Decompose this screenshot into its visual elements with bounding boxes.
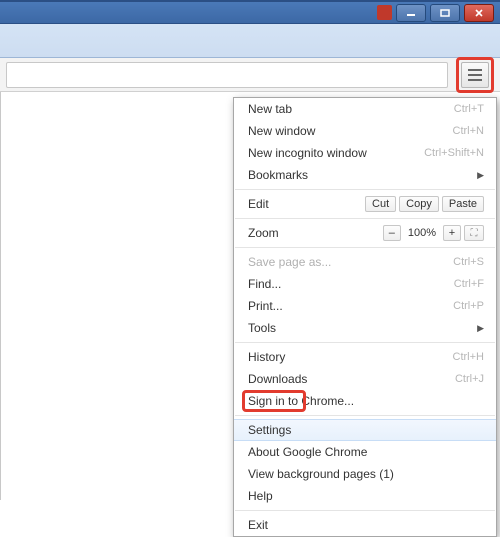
menu-label: Find... [248,277,444,291]
menu-shortcut: Ctrl+S [453,256,484,268]
chrome-menu-button[interactable] [461,62,489,88]
menu-row-zoom: Zoom – 100% + ⛶ [234,222,496,244]
menu-label: Help [248,489,484,503]
menu-label: Zoom [248,226,383,240]
menu-label: New window [248,124,443,138]
zoom-value: 100% [404,227,440,239]
zoom-out-button[interactable]: – [383,225,401,241]
maximize-button[interactable] [430,4,460,22]
menu-item-history[interactable]: History Ctrl+H [234,346,496,368]
close-button[interactable] [464,4,494,22]
menu-label: New incognito window [248,146,414,160]
menu-shortcut: Ctrl+P [453,300,484,312]
menu-label: New tab [248,102,444,116]
window-titlebar [0,0,500,24]
content-border [0,92,1,500]
menu-item-new-tab[interactable]: New tab Ctrl+T [234,98,496,120]
submenu-arrow-icon: ▶ [477,170,484,181]
menu-label: History [248,350,443,364]
menu-item-find[interactable]: Find... Ctrl+F [234,273,496,295]
menu-item-incognito[interactable]: New incognito window Ctrl+Shift+N [234,142,496,164]
chrome-menu-dropdown: New tab Ctrl+T New window Ctrl+N New inc… [233,97,497,537]
fullscreen-icon: ⛶ [471,228,478,239]
minimize-button[interactable] [396,4,426,22]
menu-separator [235,189,495,190]
annotation-menu-highlight [456,57,494,93]
tab-strip[interactable] [0,24,500,58]
menu-item-new-window[interactable]: New window Ctrl+N [234,120,496,142]
copy-button[interactable]: Copy [399,196,439,212]
menu-separator [235,218,495,219]
menu-item-bookmarks[interactable]: Bookmarks ▶ [234,164,496,186]
menu-label: View background pages (1) [248,467,484,481]
menu-shortcut: Ctrl+J [455,373,484,385]
menu-item-print[interactable]: Print... Ctrl+P [234,295,496,317]
menu-shortcut: Ctrl+Shift+N [424,147,484,159]
menu-label: Exit [248,518,484,532]
menu-item-settings[interactable]: Settings [234,419,496,441]
menu-separator [235,247,495,248]
submenu-arrow-icon: ▶ [477,323,484,334]
menu-item-tools[interactable]: Tools ▶ [234,317,496,339]
menu-shortcut: Ctrl+N [453,125,484,137]
menu-item-background-pages[interactable]: View background pages (1) [234,463,496,485]
menu-item-help[interactable]: Help [234,485,496,507]
menu-shortcut: Ctrl+T [454,103,484,115]
menu-separator [235,342,495,343]
menu-label: About Google Chrome [248,445,484,459]
menu-label: Bookmarks [248,168,477,182]
hamburger-icon [468,74,482,76]
menu-label: Downloads [248,372,445,386]
paste-button[interactable]: Paste [442,196,484,212]
address-bar[interactable] [6,62,448,88]
cut-button[interactable]: Cut [365,196,396,212]
extension-tray-icon[interactable] [377,5,392,20]
menu-item-save-as: Save page as... Ctrl+S [234,251,496,273]
menu-label: Settings [248,423,484,437]
menu-row-edit: Edit Cut Copy Paste [234,193,496,215]
toolbar [0,58,500,92]
menu-label: Sign in to Chrome... [248,394,484,408]
menu-separator [235,415,495,416]
menu-label: Tools [248,321,477,335]
menu-item-exit[interactable]: Exit [234,514,496,536]
menu-separator [235,510,495,511]
menu-label: Save page as... [248,255,443,269]
menu-shortcut: Ctrl+H [453,351,484,363]
menu-item-downloads[interactable]: Downloads Ctrl+J [234,368,496,390]
menu-shortcut: Ctrl+F [454,278,484,290]
menu-label: Print... [248,299,443,313]
zoom-in-button[interactable]: + [443,225,461,241]
menu-item-signin[interactable]: Sign in to Chrome... [234,390,496,412]
menu-item-about[interactable]: About Google Chrome [234,441,496,463]
menu-label: Edit [248,197,365,211]
fullscreen-button[interactable]: ⛶ [464,225,484,241]
